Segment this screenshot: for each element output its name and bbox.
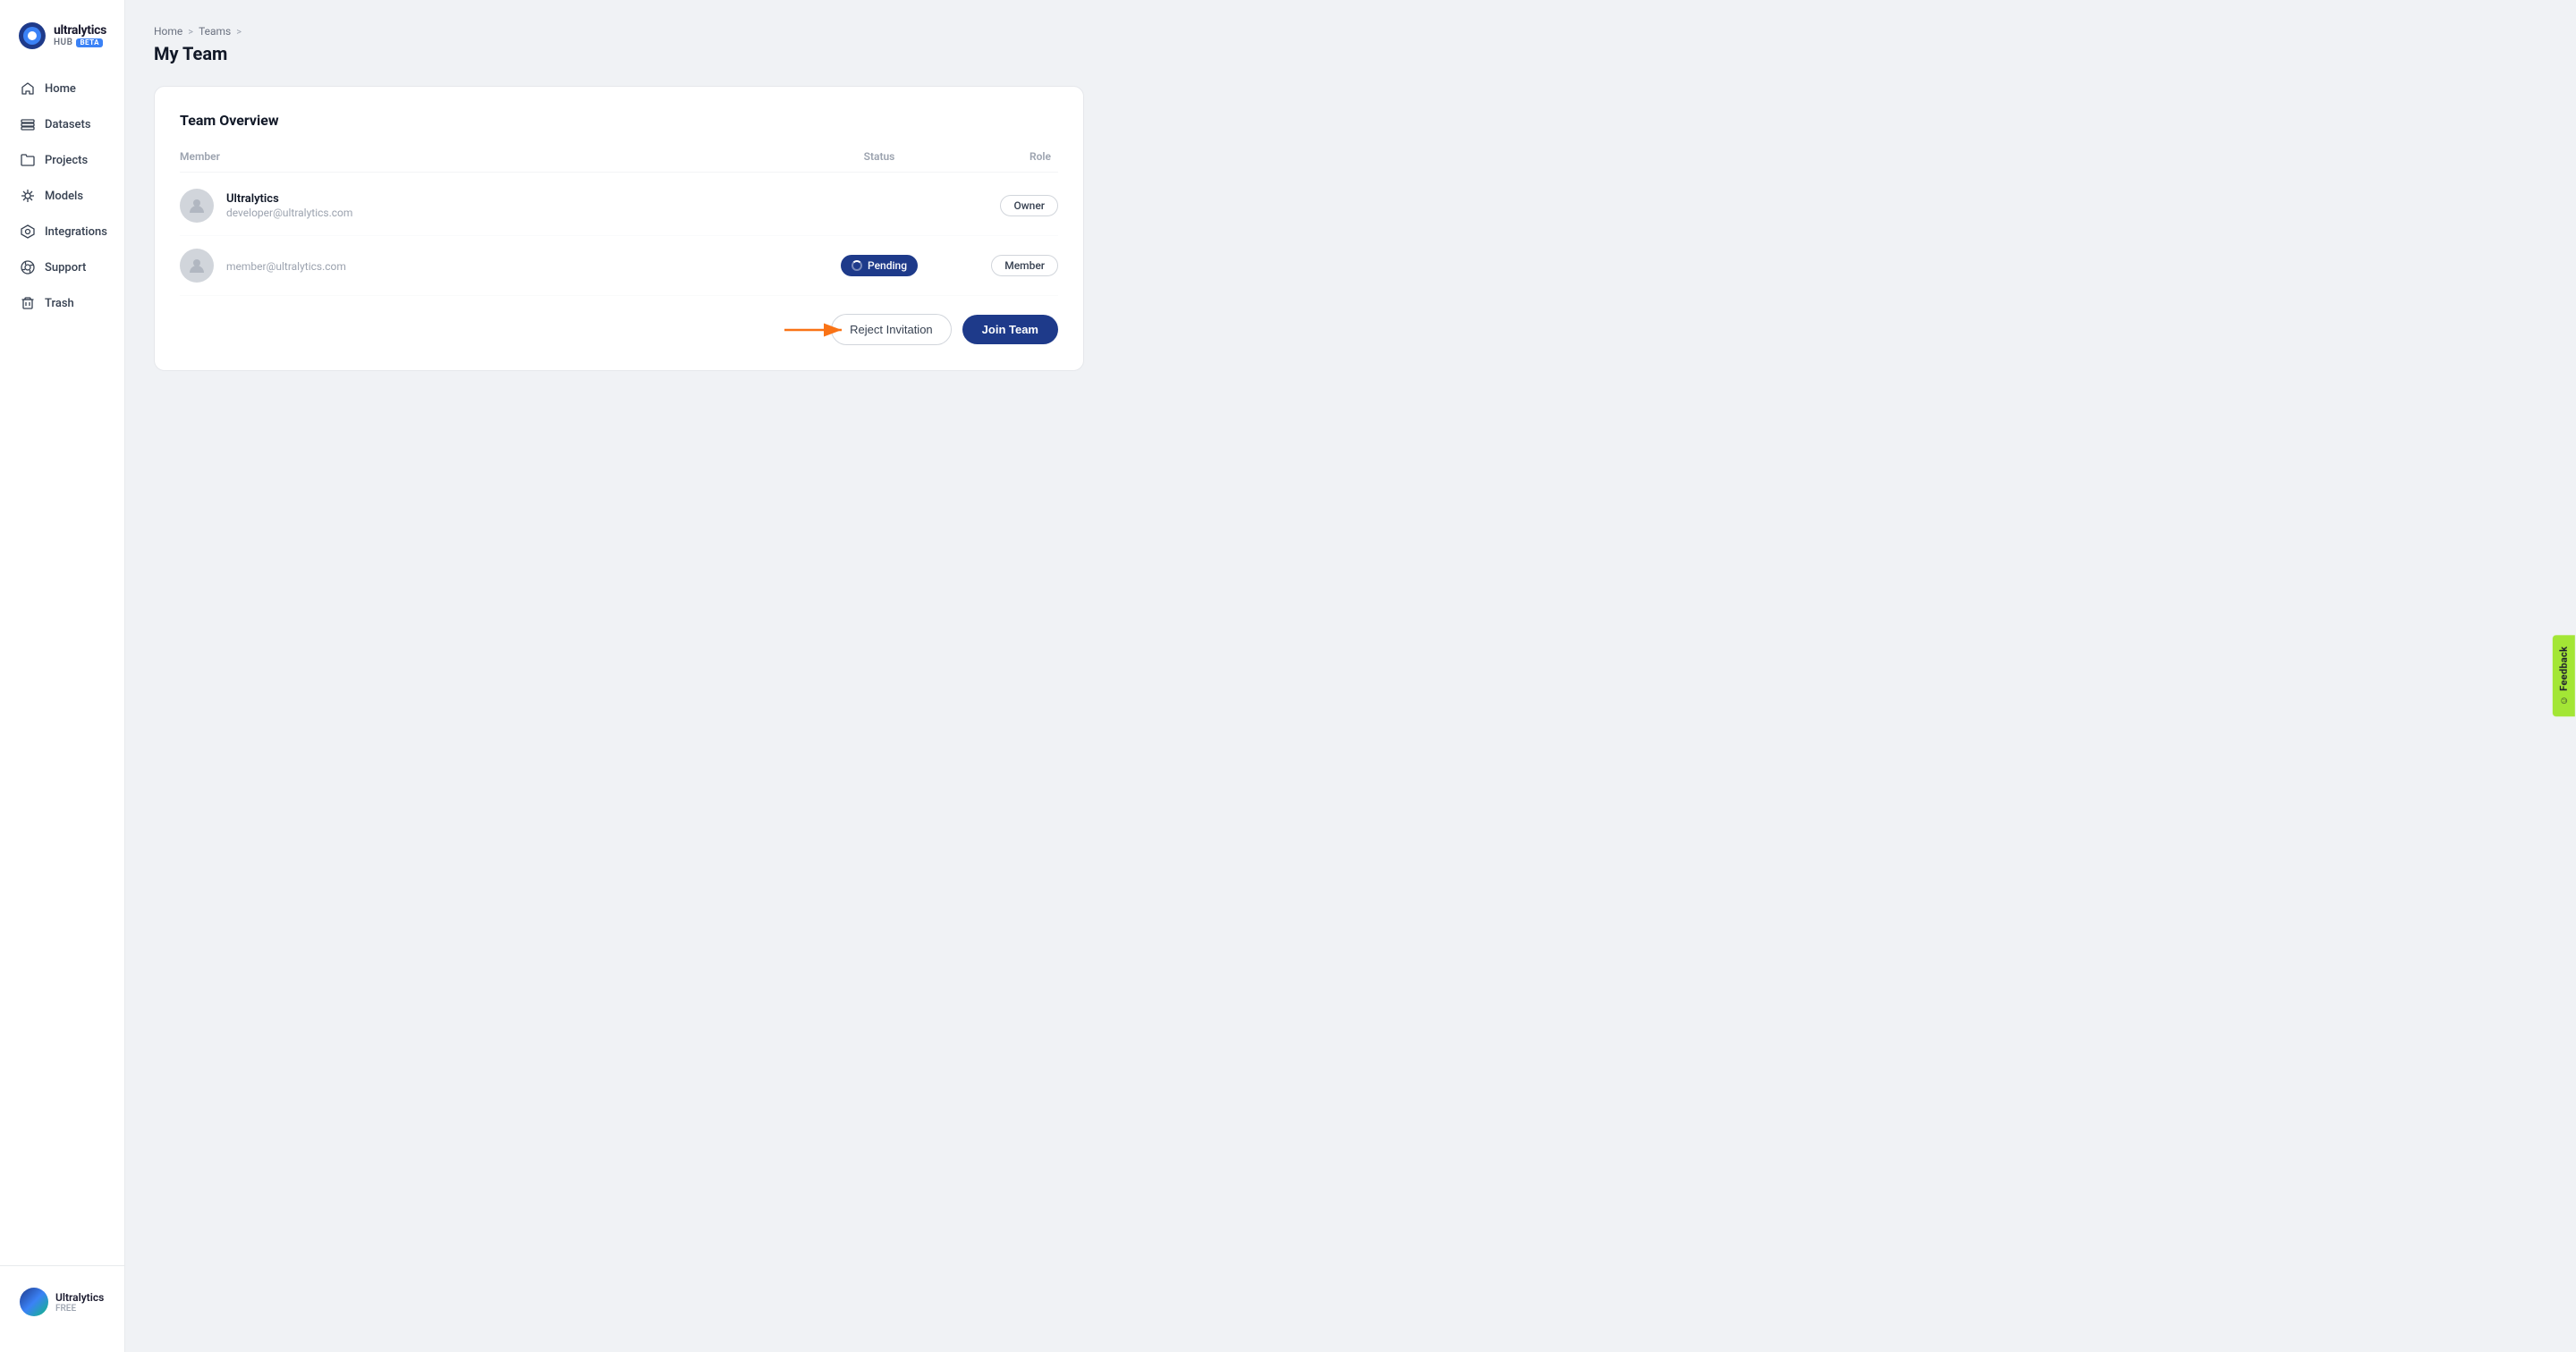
sidebar-bottom: Ultralytics FREE [0,1265,124,1338]
beta-badge: BETA [76,38,103,47]
breadcrumb-sep-2: > [236,26,242,38]
member-name-1: Ultralytics [226,192,352,206]
member-email-1: developer@ultralytics.com [226,207,352,219]
breadcrumb-home[interactable]: Home [154,25,182,38]
arrow-icon [781,317,852,343]
arrow-annotation [781,317,852,343]
member-avatar-2 [180,249,214,283]
feedback-tab[interactable]: ☺ Feedback [2553,636,2575,717]
sidebar-label-models: Models [45,190,83,203]
datasets-icon [20,116,36,132]
user-plan: FREE [55,1304,104,1314]
team-table: Member Status Role Ultralytics developer [180,150,1058,296]
col-status: Status [808,150,951,163]
breadcrumb: Home > Teams > [154,25,2547,38]
support-icon [20,259,36,275]
sidebar-item-projects[interactable]: Projects [9,143,115,177]
logo-hub: HUB [54,38,73,47]
trash-icon [20,295,36,311]
user-name: Ultralytics [55,1291,104,1304]
sidebar-label-support: Support [45,261,86,275]
main-content: Home > Teams > My Team Team Overview Mem… [125,0,2576,1352]
role-badge-2: Member [991,255,1058,276]
card-title: Team Overview [180,112,1058,129]
table-header: Member Status Role [180,150,1058,173]
sidebar-label-trash: Trash [45,297,74,310]
avatar [20,1288,48,1316]
integrations-icon [20,224,36,240]
projects-icon [20,152,36,168]
pending-label: Pending [868,259,907,272]
table-row: Ultralytics developer@ultralytics.com Ow… [180,176,1058,236]
sidebar: ultralytics HUB BETA Home [0,0,125,1352]
sidebar-item-models[interactable]: Models [9,179,115,213]
sidebar-item-support[interactable]: Support [9,250,115,284]
user-info[interactable]: Ultralytics FREE [9,1280,115,1323]
sidebar-label-datasets: Datasets [45,118,91,131]
models-icon [20,188,36,204]
breadcrumb-teams[interactable]: Teams [199,25,231,38]
home-icon [20,80,36,97]
page-title: My Team [154,43,2547,64]
member-email-2: member@ultralytics.com [226,260,346,273]
sidebar-label-home: Home [45,82,76,96]
col-member: Member [180,150,808,163]
sidebar-item-integrations[interactable]: Integrations [9,215,115,249]
feedback-label: Feedback [2558,646,2570,691]
member-cell-1: Ultralytics developer@ultralytics.com [180,189,808,223]
team-card: Team Overview Member Status Role [154,86,1084,371]
join-team-button[interactable]: Join Team [962,315,1058,344]
role-cell-2: Member [951,255,1058,276]
member-cell-2: member@ultralytics.com [180,249,808,283]
status-cell-2: Pending [808,255,951,276]
table-row: member@ultralytics.com Pending Member [180,236,1058,296]
spinner-icon [852,260,862,271]
sidebar-label-integrations: Integrations [45,225,107,239]
logo: ultralytics HUB BETA [0,14,124,72]
sidebar-item-trash[interactable]: Trash [9,286,115,320]
sidebar-label-projects: Projects [45,154,88,167]
breadcrumb-sep-1: > [188,26,193,38]
status-badge-pending: Pending [841,255,918,276]
role-cell-1: Owner [951,195,1058,216]
logo-name: ultralytics [54,24,106,37]
logo-icon [18,21,47,50]
sidebar-item-datasets[interactable]: Datasets [9,107,115,141]
sidebar-nav: Home Datasets Projects [0,72,124,1265]
member-avatar-1 [180,189,214,223]
col-role: Role [951,150,1058,163]
sidebar-item-home[interactable]: Home [9,72,115,106]
feedback-icon: ☺ [2558,696,2570,706]
role-badge-1: Owner [1000,195,1058,216]
action-row: Reject Invitation Join Team [180,314,1058,345]
